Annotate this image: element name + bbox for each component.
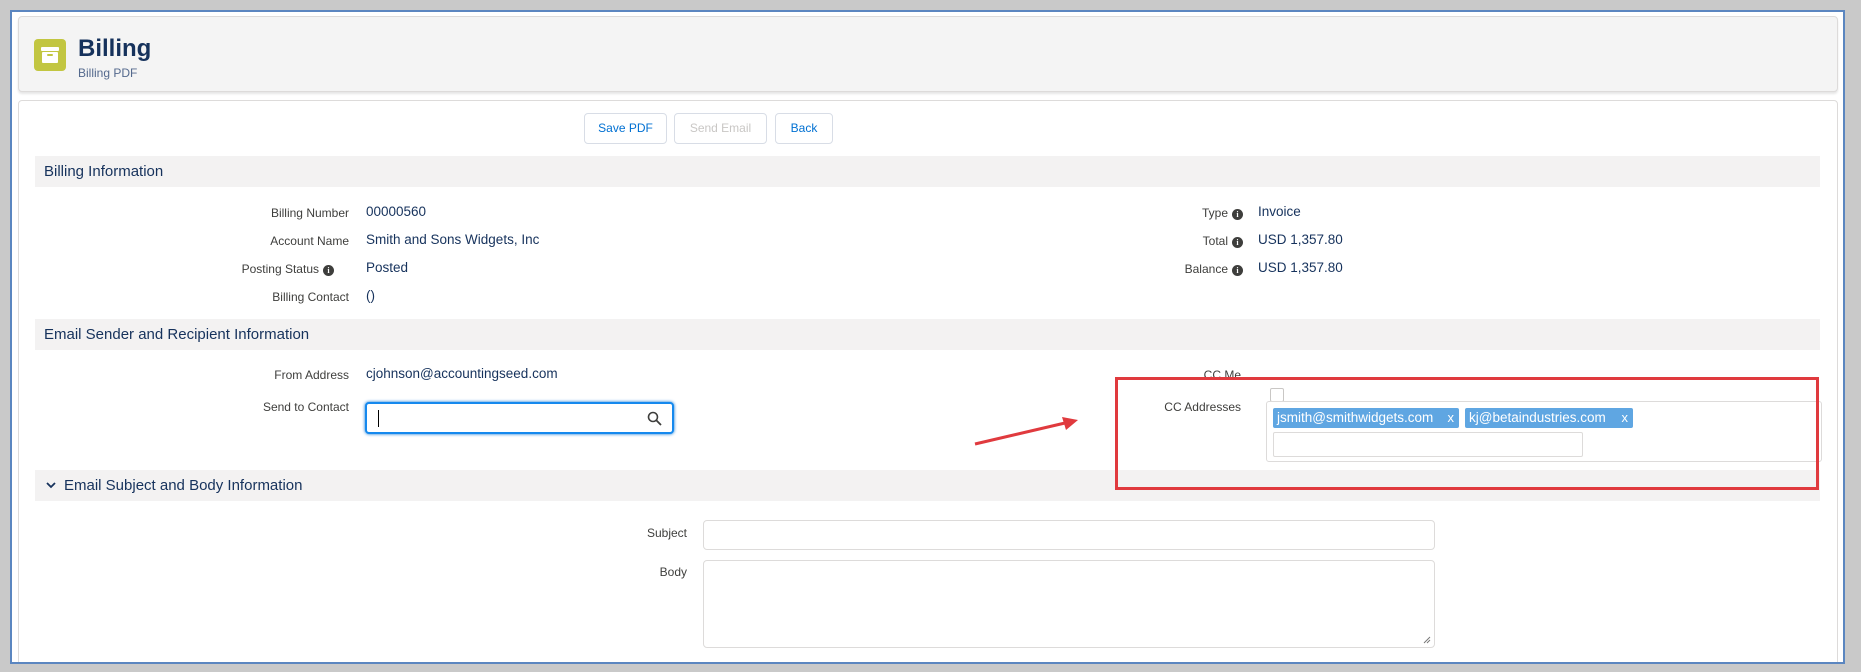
balance-value: USD 1,357.80 (1258, 260, 1343, 275)
info-icon[interactable]: i (1232, 265, 1243, 276)
search-icon[interactable] (647, 411, 662, 426)
send-to-contact-label: Send to Contact (262, 400, 349, 414)
posting-status-value: Posted (366, 260, 409, 275)
body-textarea[interactable] (703, 560, 1435, 648)
balance-label: Balance i (1003, 262, 1243, 276)
info-icon[interactable]: i (1232, 209, 1243, 220)
app-frame: Billing Billing PDF Save PDF Send Email … (10, 10, 1845, 664)
info-icon[interactable]: i (323, 265, 334, 276)
info-icon[interactable]: i (1232, 237, 1243, 248)
chevron-down-icon[interactable] (45, 479, 57, 491)
send-to-contact-input[interactable] (365, 402, 674, 434)
page-subtitle: Billing PDF (78, 66, 138, 80)
text-caret (378, 410, 379, 427)
account-name-value: Smith and Sons Widgets, Inc (366, 232, 540, 247)
annotation-highlight-box (1115, 377, 1819, 490)
section-email-sender-recipient: Email Sender and Recipient Information (35, 319, 1820, 350)
section-title: Email Sender and Recipient Information (44, 326, 310, 343)
from-address-label: From Address (274, 368, 349, 382)
type-label: Type i (1003, 206, 1243, 220)
posting-status-label: Posting Status i (94, 262, 334, 276)
save-pdf-button[interactable]: Save PDF (584, 113, 667, 144)
from-address-value: cjohnson@accountingseed.com (366, 366, 558, 381)
billing-contact-value: () (366, 288, 375, 303)
subject-label: Subject (646, 526, 687, 540)
account-name-label: Account Name (270, 234, 349, 248)
billing-contact-label: Billing Contact (272, 290, 349, 304)
back-button[interactable]: Back (775, 113, 833, 144)
archive-icon (34, 39, 66, 71)
section-title: Email Subject and Body Information (64, 477, 303, 494)
section-billing-information: Billing Information (35, 156, 1820, 187)
body-label: Body (659, 565, 687, 579)
total-value: USD 1,357.80 (1258, 232, 1343, 247)
type-value: Invoice (1258, 204, 1301, 219)
total-label: Total i (1003, 234, 1243, 248)
send-email-button[interactable]: Send Email (674, 113, 767, 144)
section-title: Billing Information (44, 163, 164, 180)
billing-number-label: Billing Number (270, 206, 349, 220)
resize-handle-icon[interactable] (1423, 636, 1431, 644)
arrow-annotation-icon (974, 417, 1078, 446)
page-header: Billing Billing PDF (18, 16, 1838, 92)
page-title: Billing (78, 35, 152, 62)
subject-input[interactable] (703, 520, 1435, 550)
billing-number-value: 00000560 (366, 204, 427, 219)
